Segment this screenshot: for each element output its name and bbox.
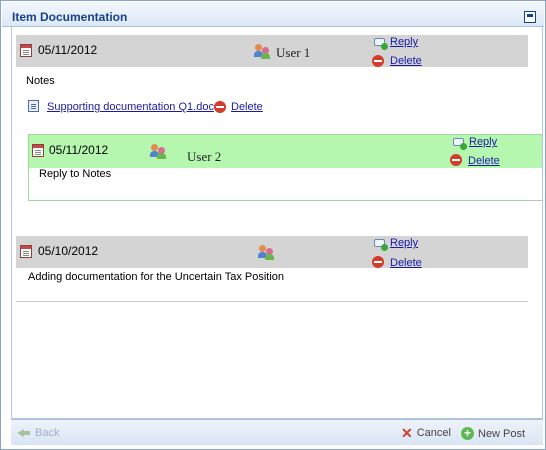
reply-date: 05/11/2012 xyxy=(49,143,109,157)
add-circle-icon: + xyxy=(461,427,474,440)
back-button[interactable]: Back xyxy=(17,427,59,439)
reply-icon[interactable] xyxy=(374,239,388,251)
posts-area[interactable]: 05/11/2012 User 1 Reply Delete Notes Sup… xyxy=(11,27,543,419)
reply-icon[interactable] xyxy=(453,138,467,150)
post-author: User 1 xyxy=(276,45,311,60)
post-item: 05/10/2012 Reply Delete Adding documenta… xyxy=(16,236,528,302)
cancel-button[interactable]: ✕ Cancel xyxy=(401,425,451,441)
cancel-label: Cancel xyxy=(416,427,451,439)
cancel-x-icon: ✕ xyxy=(401,425,413,441)
delete-link[interactable]: Delete xyxy=(390,55,422,67)
post-item: 05/11/2012 User 1 Reply Delete Notes xyxy=(16,35,542,107)
delete-icon[interactable] xyxy=(372,55,384,67)
users-icon xyxy=(150,143,166,159)
delete-link[interactable]: Delete xyxy=(390,257,422,269)
calendar-icon xyxy=(20,245,32,258)
new-post-button[interactable]: + New Post xyxy=(461,427,525,440)
users-icon xyxy=(254,43,270,59)
users-icon xyxy=(258,244,274,260)
post-date: 05/11/2012 xyxy=(38,43,98,57)
post-body: Notes xyxy=(26,75,55,87)
reply-header: 05/11/2012 User 2 Reply Delete xyxy=(29,135,542,168)
post-date: 05/10/2012 xyxy=(38,244,99,258)
post-header: 05/11/2012 User 1 Reply Delete xyxy=(16,35,528,67)
reply-body: Reply to Notes xyxy=(39,168,112,180)
delete-link[interactable]: Delete xyxy=(468,155,500,167)
reply-post: 05/11/2012 User 2 Reply Delete Reply to … xyxy=(28,134,542,201)
reply-link[interactable]: Reply xyxy=(390,237,418,249)
reply-author: User 2 xyxy=(187,149,222,164)
post-body: Adding documentation for the Uncertain T… xyxy=(28,271,285,283)
delete-icon[interactable] xyxy=(450,154,462,166)
back-arrow-icon xyxy=(17,427,31,439)
attachment-delete-link[interactable]: Delete xyxy=(231,101,263,113)
collapse-icon[interactable] xyxy=(524,11,536,23)
calendar-icon xyxy=(20,44,32,57)
post-header: 05/10/2012 Reply Delete xyxy=(16,236,528,269)
attachment-link[interactable]: Supporting documentation Q1.doc xyxy=(47,101,214,113)
back-label: Back xyxy=(35,427,60,439)
attachment-delete-icon[interactable] xyxy=(214,101,226,113)
calendar-icon xyxy=(32,144,44,157)
reply-link[interactable]: Reply xyxy=(469,136,497,148)
reply-icon[interactable] xyxy=(374,38,388,50)
new-post-label: New Post xyxy=(478,427,526,440)
document-icon xyxy=(28,100,39,112)
panel-title: Item Documentation xyxy=(12,10,128,24)
panel-footer: Back ✕ Cancel + New Post xyxy=(11,419,543,445)
panel-header: Item Documentation xyxy=(2,2,544,27)
delete-icon[interactable] xyxy=(372,256,384,268)
reply-link[interactable]: Reply xyxy=(390,36,418,48)
